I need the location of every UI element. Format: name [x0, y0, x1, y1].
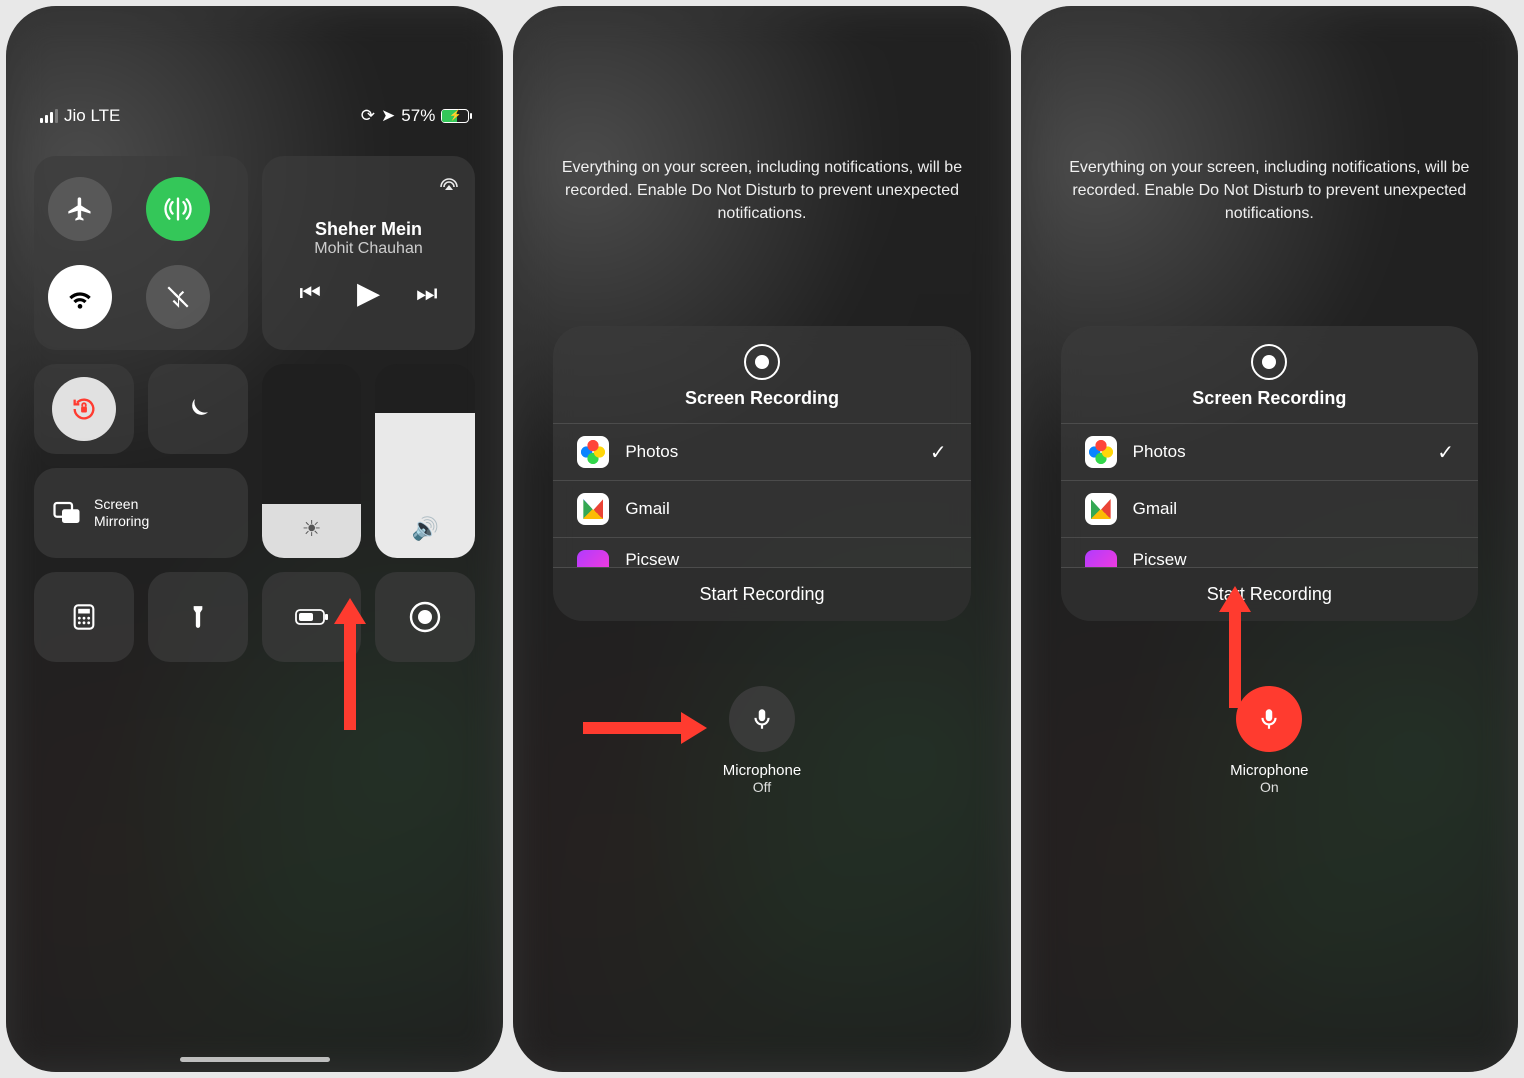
battery-percent: 57% — [401, 106, 435, 126]
carrier-label: Jio LTE — [64, 106, 120, 126]
cellular-signal-icon — [40, 109, 58, 123]
recording-warning-text: Everything on your screen, including not… — [1061, 156, 1478, 226]
recording-warning-text: Everything on your screen, including not… — [553, 156, 970, 226]
screenshot-3-screen-recording-mic-on: Everything on your screen, including not… — [1021, 6, 1518, 1072]
airplay-icon[interactable] — [437, 170, 461, 194]
microphone-label: Microphone — [1021, 762, 1518, 779]
screenshot-2-screen-recording-mic-off: Everything on your screen, including not… — [513, 6, 1010, 1072]
airplane-icon — [66, 195, 94, 223]
microphone-icon — [1256, 706, 1282, 732]
start-recording-button[interactable]: Start Recording — [1061, 567, 1478, 621]
connectivity-group[interactable] — [34, 156, 248, 350]
destination-app-item-photos[interactable]: Photos ✓ — [553, 423, 970, 480]
destination-app-item-partial[interactable]: Picsew — [1061, 537, 1478, 567]
picsew-app-icon — [1085, 550, 1117, 567]
checkmark-icon: ✓ — [1437, 440, 1454, 465]
destination-app-item-gmail[interactable]: Gmail — [553, 480, 970, 537]
status-bar: Jio LTE ⟳ ➤ 57% ⚡ — [6, 106, 503, 126]
photos-app-icon — [577, 436, 609, 468]
destination-app-item-partial[interactable]: Picsew — [553, 537, 970, 567]
destination-app-item-gmail[interactable]: Gmail — [1061, 480, 1478, 537]
calculator-icon — [70, 603, 98, 631]
record-icon — [408, 600, 442, 634]
media-track-artist: Mohit Chauhan — [314, 240, 423, 258]
moon-icon — [183, 394, 213, 424]
checkmark-icon: ✓ — [930, 440, 947, 465]
destination-app-label: Gmail — [625, 499, 669, 519]
screen-recording-title: Screen Recording — [553, 388, 970, 409]
next-track-button[interactable]: ⏭ — [416, 280, 438, 308]
gmail-app-icon — [1085, 493, 1117, 525]
annotation-arrow-to-record-tile — [344, 620, 356, 730]
picsew-app-icon — [577, 550, 609, 567]
sun-icon: ☀ — [302, 516, 322, 542]
destination-app-label: Photos — [1133, 442, 1186, 462]
record-icon — [1251, 344, 1287, 380]
screenshot-1-control-center: Jio LTE ⟳ ➤ 57% ⚡ — [6, 6, 503, 1072]
battery-low-power-icon — [295, 607, 329, 627]
play-button[interactable]: ▶ — [357, 276, 380, 311]
battery-icon: ⚡ — [441, 109, 469, 123]
screen-recording-tile[interactable] — [375, 572, 475, 662]
annotation-arrow-to-start-recording — [1229, 608, 1241, 708]
do-not-disturb-tile[interactable] — [148, 364, 248, 454]
media-controls-tile[interactable]: Sheher Mein Mohit Chauhan ⏮ ▶ ⏭ — [262, 156, 476, 350]
annotation-arrow-to-mic — [583, 722, 683, 734]
destination-app-label: Gmail — [1133, 499, 1177, 519]
microphone-toggle-button[interactable] — [1236, 686, 1302, 752]
destination-app-list: Photos ✓ Gmail Picsew — [1061, 423, 1478, 567]
screen-recording-title: Screen Recording — [1061, 388, 1478, 409]
calculator-tile[interactable] — [34, 572, 134, 662]
previous-track-button[interactable]: ⏮ — [299, 280, 321, 308]
destination-app-label: Picsew — [1133, 550, 1187, 567]
airplane-mode-button[interactable] — [48, 177, 112, 241]
destination-app-label: Picsew — [625, 550, 679, 567]
microphone-toggle-button[interactable] — [729, 686, 795, 752]
bluetooth-button[interactable] — [146, 265, 210, 329]
gmail-app-icon — [577, 493, 609, 525]
flashlight-icon — [185, 604, 211, 630]
orientation-lock-icon — [70, 395, 98, 423]
volume-slider[interactable]: 🔊 — [375, 364, 475, 558]
brightness-slider[interactable]: ☀ — [262, 364, 362, 558]
destination-app-label: Photos — [625, 442, 678, 462]
screen-recording-panel: Screen Recording Photos ✓ Gmail Picsew S… — [1061, 326, 1478, 621]
wifi-icon — [66, 283, 94, 311]
screen-mirroring-icon — [52, 498, 82, 528]
home-indicator[interactable] — [180, 1057, 330, 1062]
microphone-state: On — [1021, 779, 1518, 795]
start-recording-button[interactable]: Start Recording — [553, 567, 970, 621]
orientation-lock-tile[interactable] — [34, 364, 134, 454]
wifi-button[interactable] — [48, 265, 112, 329]
media-track-title: Sheher Mein — [315, 219, 422, 240]
microphone-icon — [749, 706, 775, 732]
record-icon — [744, 344, 780, 380]
flashlight-tile[interactable] — [148, 572, 248, 662]
bluetooth-off-icon — [165, 284, 191, 310]
destination-app-item-photos[interactable]: Photos ✓ — [1061, 423, 1478, 480]
antenna-icon — [164, 195, 192, 223]
control-center-grid: Sheher Mein Mohit Chauhan ⏮ ▶ ⏭ ☀ — [34, 156, 475, 662]
microphone-label: Microphone — [513, 762, 1010, 779]
location-icon: ➤ — [381, 106, 395, 126]
orientation-lock-status-icon: ⟳ — [361, 106, 375, 126]
screen-mirroring-tile[interactable]: Screen Mirroring — [34, 468, 248, 558]
photos-app-icon — [1085, 436, 1117, 468]
cellular-data-button[interactable] — [146, 177, 210, 241]
speaker-icon: 🔊 — [412, 516, 439, 542]
media-transport-controls: ⏮ ▶ ⏭ — [299, 276, 437, 311]
destination-app-list: Photos ✓ Gmail Picsew — [553, 423, 970, 567]
microphone-state: Off — [513, 779, 1010, 795]
screen-mirroring-label: Screen Mirroring — [94, 496, 149, 530]
screen-recording-panel: Screen Recording Photos ✓ Gmail Picsew S… — [553, 326, 970, 621]
